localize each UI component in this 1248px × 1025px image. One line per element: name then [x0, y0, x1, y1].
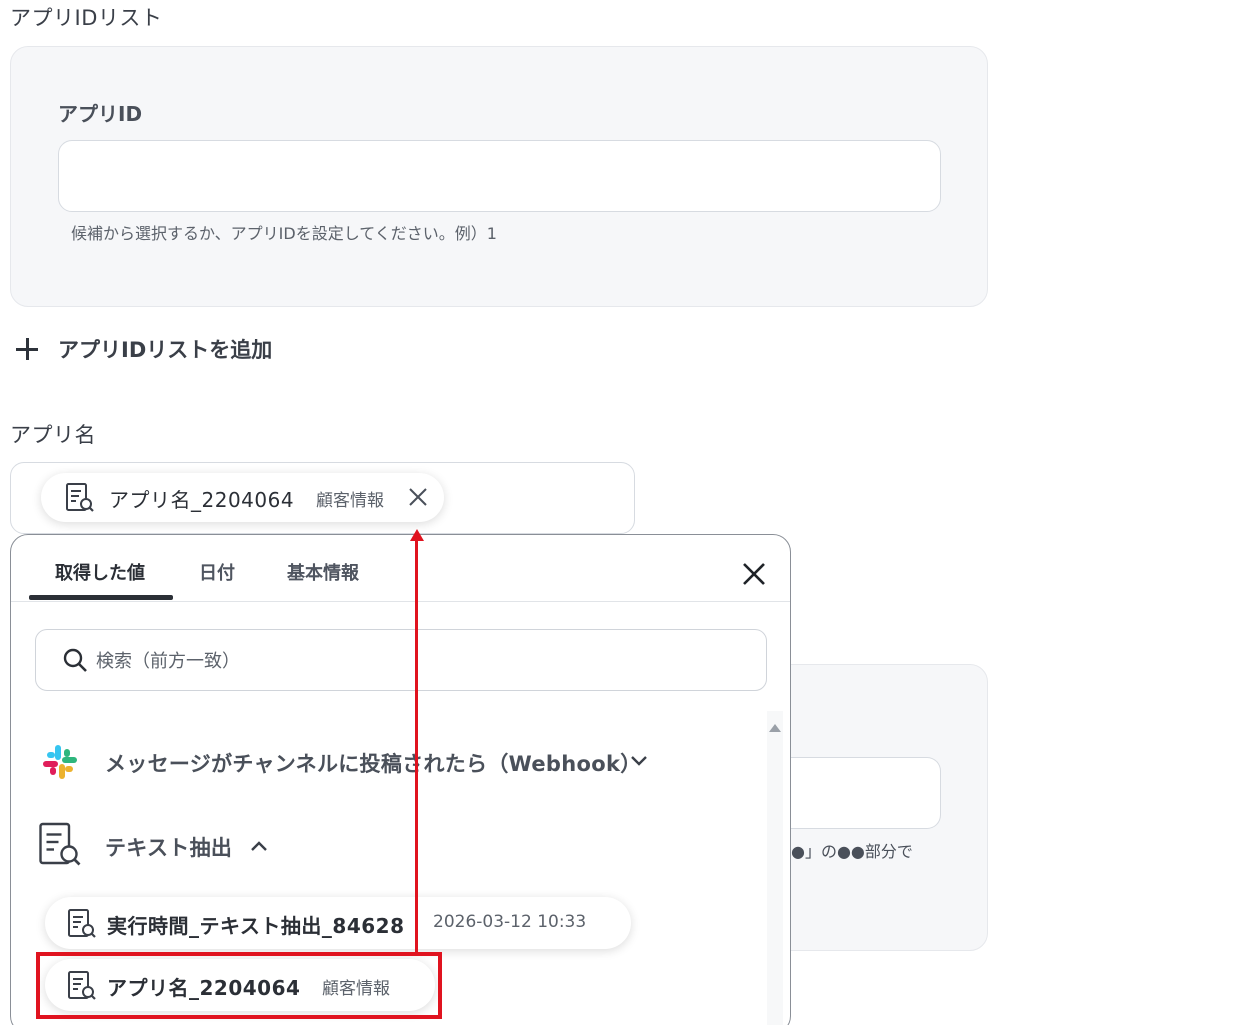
text-extract-icon	[65, 482, 95, 518]
add-app-id-list-button[interactable]: アプリIDリストを追加	[14, 334, 272, 364]
tab-divider	[11, 601, 790, 602]
tab-date[interactable]: 日付	[199, 559, 235, 585]
app-id-list-panel: アプリID 候補から選択するか、アプリIDを設定してください。例）1	[10, 46, 988, 307]
group-title-slack: メッセージがチャンネルに投稿されたら（Webhook）	[105, 752, 642, 776]
chevron-up-icon	[249, 838, 269, 857]
app-id-hint: 候補から選択するか、アプリIDを設定してください。例）1	[71, 224, 497, 243]
selected-chip-sub: 顧客情報	[316, 491, 384, 511]
plus-icon	[14, 336, 40, 362]
search-icon	[62, 647, 88, 673]
close-popup-icon[interactable]	[740, 560, 768, 592]
search-input[interactable]: 検索（前方一致）	[35, 629, 767, 691]
app-id-list-section-label: アプリIDリスト	[10, 6, 163, 30]
group-title-text-extract: テキスト抽出	[105, 836, 233, 860]
chevron-down-icon	[629, 753, 649, 772]
scroll-up-arrow-icon[interactable]	[769, 724, 781, 732]
tab-basic-info[interactable]: 基本情報	[287, 559, 359, 585]
selected-value-chip[interactable]: アプリ名_2204064 顧客情報	[41, 473, 444, 522]
add-app-id-list-label: アプリIDリストを追加	[58, 338, 273, 362]
app-name-section-label: アプリ名	[10, 423, 96, 447]
app-id-field-label: アプリID	[58, 102, 143, 126]
app-id-input[interactable]	[58, 140, 941, 212]
annotation-arrow-head-icon	[410, 529, 424, 541]
remove-chip-close-icon[interactable]	[407, 486, 429, 512]
group-slack-trigger[interactable]: メッセージがチャンネルに投稿されたら（Webhook）	[29, 731, 669, 791]
app-name-input[interactable]: アプリ名_2204064 顧客情報	[10, 462, 635, 534]
highlight-box-annotation	[36, 952, 442, 1019]
item-name: 実行時間_テキスト抽出_84628	[107, 914, 405, 938]
background-hint-fragment: ●」の●●部分で	[791, 842, 913, 861]
scrollbar-track[interactable]	[767, 711, 783, 1025]
search-placeholder: 検索（前方一致）	[96, 651, 240, 672]
list-item-exec-time[interactable]: 実行時間_テキスト抽出_84628 2026-03-12 10:33	[45, 897, 631, 949]
group-text-extract[interactable]: テキスト抽出	[29, 817, 669, 873]
annotation-arrow-line	[415, 540, 418, 954]
selected-chip-name: アプリ名_2204064	[109, 488, 295, 512]
item-value: 2026-03-12 10:33	[433, 912, 587, 932]
active-tab-indicator	[29, 595, 173, 600]
text-extract-icon	[37, 821, 83, 873]
text-extract-icon	[67, 908, 97, 944]
slack-icon	[41, 743, 79, 785]
tab-acquired-values[interactable]: 取得した値	[55, 559, 145, 585]
